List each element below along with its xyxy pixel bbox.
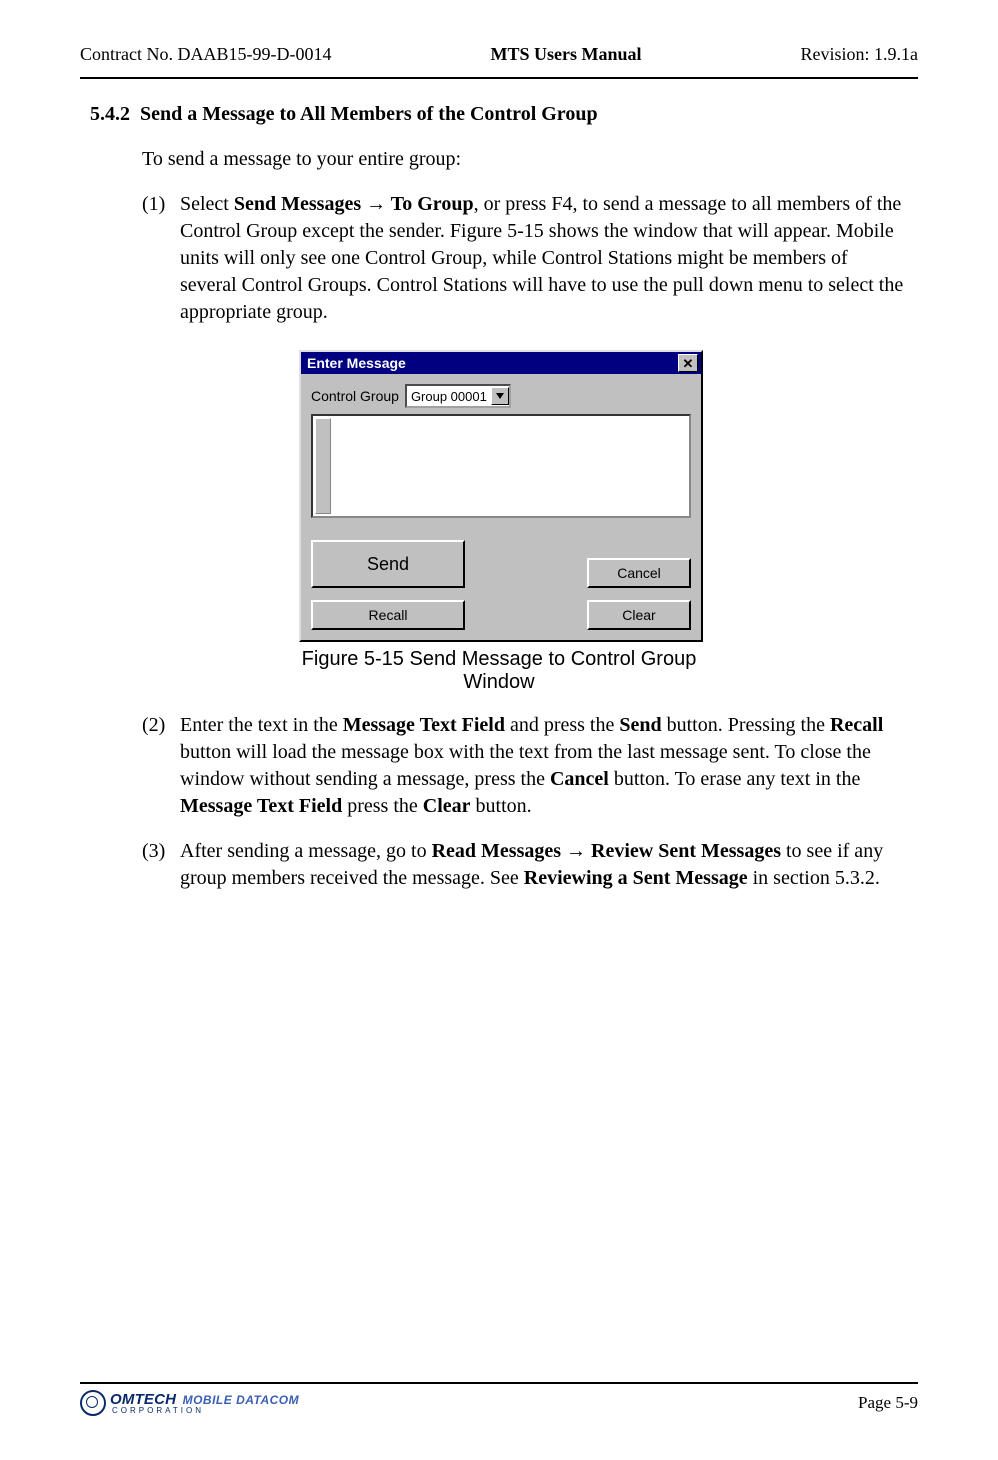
page-footer: OMTECH MOBILE DATACOM CORPORATION Page 5… [80,1382,918,1416]
section-title-text: Send a Message to All Members of the Con… [140,103,598,125]
t: press the [342,795,423,817]
header-rule [80,77,918,79]
step-2: (2) Enter the text in the Message Text F… [142,712,908,820]
step-1-num: (1) [142,191,180,326]
b: Reviewing a Sent Message [524,867,748,889]
t: in section 5.3.2. [748,867,880,889]
t: After sending a message, go to [180,840,432,862]
b: Send [619,714,661,736]
b: Message Text Field [180,795,342,817]
globe-icon [80,1390,106,1416]
b: Message Text Field [343,714,505,736]
company-logo: OMTECH MOBILE DATACOM CORPORATION [80,1390,299,1416]
logo-brand: OMTECH [110,1391,176,1408]
figure-5-15: Enter Message ✕ Control Group Group 0000… [299,350,699,694]
control-group-combo[interactable]: Group 00001 [405,384,511,408]
step-1: (1) Select Send Messages → To Group, or … [142,191,908,326]
step-3: (3) After sending a message, go to Read … [142,838,908,892]
clear-button[interactable]: Clear [587,600,691,630]
header-right: Revision: 1.9.1a [800,44,918,65]
step-1-bold: Send Messages → To Group [234,193,474,215]
step-2-num: (2) [142,712,180,820]
control-group-value: Group 00001 [407,389,491,404]
footer-rule [80,1382,918,1384]
b: Clear [423,795,471,817]
t: button. [471,795,532,817]
intro-text: To send a message to your entire group: [142,146,908,173]
page-number: Page 5-9 [858,1393,918,1413]
header-center: MTS Users Manual [490,44,641,65]
close-icon[interactable]: ✕ [678,354,698,372]
step-3-num: (3) [142,838,180,892]
t: Enter the text in the [180,714,343,736]
chevron-down-icon[interactable] [491,387,509,405]
dialog-titlebar: Enter Message ✕ [301,352,701,374]
dialog-title: Enter Message [307,355,406,371]
logo-sub1: MOBILE DATACOM [183,1393,300,1407]
scrollbar[interactable] [315,418,331,514]
recall-button[interactable]: Recall [311,600,465,630]
figure-caption: Figure 5-15 Send Message to Control Grou… [299,648,699,694]
send-button[interactable]: Send [311,540,465,588]
t: button. Pressing the [662,714,830,736]
logo-sub2: CORPORATION [112,1407,299,1415]
enter-message-dialog: Enter Message ✕ Control Group Group 0000… [299,350,703,642]
b: Cancel [550,768,609,790]
t: and press the [505,714,619,736]
header-left: Contract No. DAAB15-99-D-0014 [80,44,331,65]
step-1-pre: Select [180,193,234,215]
b: Recall [830,714,883,736]
section-heading: 5.4.2 Send a Message to All Members of t… [90,103,918,126]
cancel-button[interactable]: Cancel [587,558,691,588]
message-text-field[interactable] [311,414,691,518]
b: Read Messages → Review Sent Messages [432,840,781,862]
control-group-label: Control Group [311,388,399,404]
section-number: 5.4.2 [90,103,130,125]
t: button. To erase any text in the [609,768,861,790]
